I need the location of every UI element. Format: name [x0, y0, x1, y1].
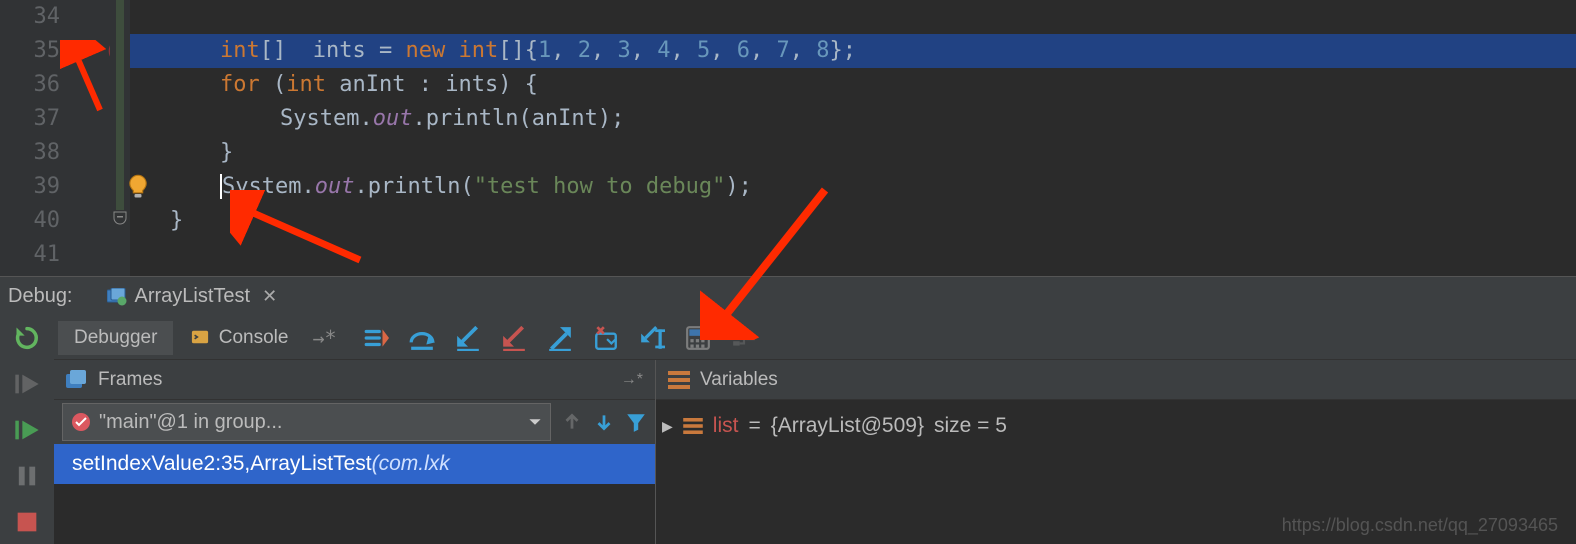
debug-main: Debugger Console →* — [54, 316, 1576, 544]
frames-title: Frames — [98, 369, 162, 391]
variable-value-object: {ArrayList@509} — [771, 414, 924, 438]
thread-icon — [71, 412, 91, 432]
debug-side-toolbar — [0, 316, 54, 544]
frame-class: ArrayListTest — [250, 452, 371, 476]
pause-icon[interactable] — [13, 462, 41, 490]
frame-package: (com.lxk — [372, 452, 450, 476]
console-icon — [191, 328, 209, 346]
next-frame-icon[interactable] — [593, 411, 615, 433]
run-config-icon — [107, 288, 127, 306]
intention-bulb-icon[interactable] — [124, 173, 152, 201]
link-icon[interactable]: →* — [621, 371, 643, 389]
stack-frame-row[interactable]: setIndexValue2:35, ArrayListTest (com.lx… — [54, 444, 655, 484]
close-icon[interactable]: ✕ — [262, 286, 277, 307]
evaluate-expression-icon[interactable] — [685, 325, 711, 351]
resume-program-icon-disabled — [13, 370, 41, 398]
debug-label: Debug: — [8, 285, 73, 308]
debug-session-name: ArrayListTest — [135, 285, 251, 308]
code-line[interactable]: System.out.println(anInt); — [130, 102, 1576, 136]
frame-method: setIndexValue2:35, — [72, 452, 250, 476]
step-toolbar — [363, 325, 757, 351]
variables-title: Variables — [700, 369, 778, 391]
line-number[interactable]: 34 — [0, 0, 110, 34]
line-number[interactable]: 39 — [0, 170, 110, 204]
show-execution-point-icon[interactable] — [363, 325, 389, 351]
variable-eq: = — [748, 414, 760, 438]
stop-icon[interactable] — [13, 508, 41, 536]
fold-region-bar — [116, 0, 124, 210]
code-line[interactable]: System.out.println("test how to debug"); — [130, 170, 1576, 204]
variable-value-size: size = 5 — [934, 414, 1007, 438]
drop-frame-icon[interactable] — [593, 325, 619, 351]
watermark: https://blog.csdn.net/qq_27093465 — [1282, 515, 1558, 536]
filter-icon[interactable] — [625, 411, 647, 433]
code-line[interactable]: for (int anInt : ints) { — [130, 68, 1576, 102]
line-number[interactable]: 35 — [0, 34, 110, 68]
object-icon — [683, 418, 703, 434]
debug-body: Debugger Console →* — [0, 316, 1576, 544]
force-step-into-icon[interactable] — [501, 325, 527, 351]
thread-name: "main"@1 in group... — [99, 411, 282, 434]
line-number[interactable]: 37 — [0, 102, 110, 136]
tab-debugger[interactable]: Debugger — [58, 321, 173, 355]
tab-console-label: Console — [219, 327, 289, 348]
debug-session-tab[interactable]: ArrayListTest ✕ — [97, 281, 288, 312]
code-line[interactable]: } — [130, 136, 1576, 170]
prev-frame-icon[interactable] — [561, 411, 583, 433]
expand-icon[interactable]: ▶ — [662, 418, 673, 435]
step-into-icon[interactable] — [455, 325, 481, 351]
fold-strip[interactable] — [110, 0, 130, 276]
variables-header: Variables — [656, 360, 1576, 400]
trace-stream-icon — [731, 325, 757, 351]
gutter[interactable]: 34 35 36 37 38 39 40 41 — [0, 0, 110, 276]
code-line[interactable] — [130, 0, 1576, 34]
variable-name: list — [713, 414, 739, 438]
rerun-icon[interactable] — [13, 324, 41, 352]
run-to-cursor-icon[interactable] — [639, 325, 665, 351]
step-over-icon[interactable] — [409, 325, 435, 351]
fold-end-icon[interactable] — [112, 210, 128, 226]
step-out-icon[interactable] — [547, 325, 573, 351]
frames-header: Frames →* — [54, 360, 655, 400]
code-line[interactable]: } — [130, 204, 1576, 238]
code-editor[interactable]: 34 35 36 37 38 39 40 41 int[] ints = new… — [0, 0, 1576, 276]
frames-panel: Frames →* "main"@1 in group... — [54, 360, 656, 544]
link-arrow-icon[interactable]: →* — [312, 326, 336, 350]
thread-selector-row: "main"@1 in group... — [54, 400, 655, 444]
line-number[interactable]: 38 — [0, 136, 110, 170]
line-number[interactable]: 40 — [0, 204, 110, 238]
chevron-down-icon — [528, 415, 542, 429]
line-number[interactable]: 41 — [0, 238, 110, 272]
line-number[interactable]: 36 — [0, 68, 110, 102]
variable-row[interactable]: ▶ list = {ArrayList@509} size = 5 — [662, 408, 1570, 444]
resume-program-icon[interactable] — [13, 416, 41, 444]
tab-console[interactable]: Console — [175, 321, 304, 355]
frames-icon — [66, 370, 88, 390]
code-line[interactable]: int[] ints = new int[]{1, 2, 3, 4, 5, 6,… — [130, 34, 1576, 68]
code-line[interactable] — [130, 238, 1576, 272]
debugger-tabs-row: Debugger Console →* — [54, 316, 1576, 360]
code-area[interactable]: int[] ints = new int[]{1, 2, 3, 4, 5, 6,… — [130, 0, 1576, 276]
variables-icon — [668, 371, 690, 389]
thread-selector[interactable]: "main"@1 in group... — [62, 403, 551, 441]
debug-toolwindow-header[interactable]: Debug: ArrayListTest ✕ — [0, 276, 1576, 316]
